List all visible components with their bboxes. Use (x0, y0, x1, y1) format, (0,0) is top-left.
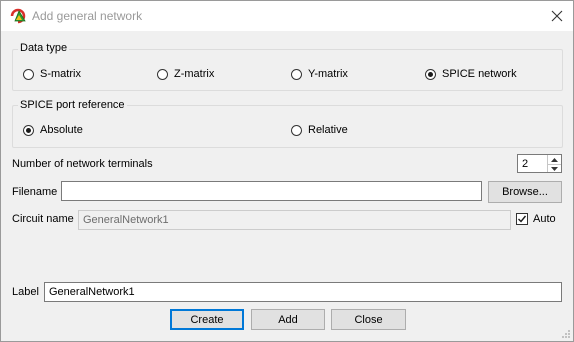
window-title: Add general network (32, 9, 143, 23)
terminals-spinbox[interactable]: 2 (517, 154, 562, 173)
label-input[interactable]: GeneralNetwork1 (44, 282, 562, 302)
radio-absolute[interactable]: Absolute (23, 124, 83, 136)
resize-grip-icon[interactable] (561, 329, 571, 339)
radio-spice-network[interactable]: SPICE network (425, 68, 517, 80)
browse-button[interactable]: Browse... (488, 181, 562, 203)
terminals-label: Number of network terminals (12, 158, 153, 170)
close-button[interactable]: Close (331, 309, 406, 330)
radio-circle (291, 124, 302, 136)
label-field-label: Label (12, 286, 39, 298)
filename-label: Filename (12, 186, 58, 198)
data-type-group-title: Data type (18, 42, 70, 54)
radio-y-matrix[interactable]: Y-matrix (291, 68, 348, 80)
spin-buttons (547, 155, 561, 172)
checkbox-box (516, 213, 528, 225)
circuit-name-input[interactable]: GeneralNetwork1 (78, 210, 511, 230)
spice-port-reference-group-title: SPICE port reference (18, 99, 127, 111)
radio-circle-selected (425, 68, 436, 80)
radio-circle (291, 68, 302, 80)
terminals-value: 2 (522, 158, 529, 170)
radio-label: Absolute (40, 124, 83, 136)
close-icon[interactable] (542, 1, 572, 31)
radio-label: Relative (308, 124, 348, 136)
radio-relative[interactable]: Relative (291, 124, 348, 136)
radio-circle (157, 68, 168, 80)
radio-label: Y-matrix (308, 68, 348, 80)
radio-circle-selected (23, 124, 34, 136)
add-button[interactable]: Add (251, 309, 325, 330)
radio-label: Z-matrix (174, 68, 215, 80)
create-button[interactable]: Create (170, 309, 244, 330)
radio-s-matrix[interactable]: S-matrix (23, 68, 81, 80)
spice-port-reference-group (12, 105, 563, 148)
app-logo-icon (9, 7, 27, 25)
add-general-network-dialog: Add general network Data type S-matrix Z… (0, 0, 574, 342)
title-bar: Add general network (1, 1, 573, 31)
chevron-down-icon[interactable] (548, 164, 561, 173)
filename-input[interactable] (61, 181, 482, 201)
checkmark-icon (518, 215, 527, 223)
radio-z-matrix[interactable]: Z-matrix (157, 68, 214, 80)
auto-label: Auto (533, 213, 556, 225)
circuit-name-label: Circuit name (12, 213, 74, 225)
radio-label: SPICE network (442, 68, 517, 80)
radio-label: S-matrix (40, 68, 81, 80)
radio-circle (23, 68, 34, 80)
auto-checkbox[interactable]: Auto (516, 213, 556, 225)
